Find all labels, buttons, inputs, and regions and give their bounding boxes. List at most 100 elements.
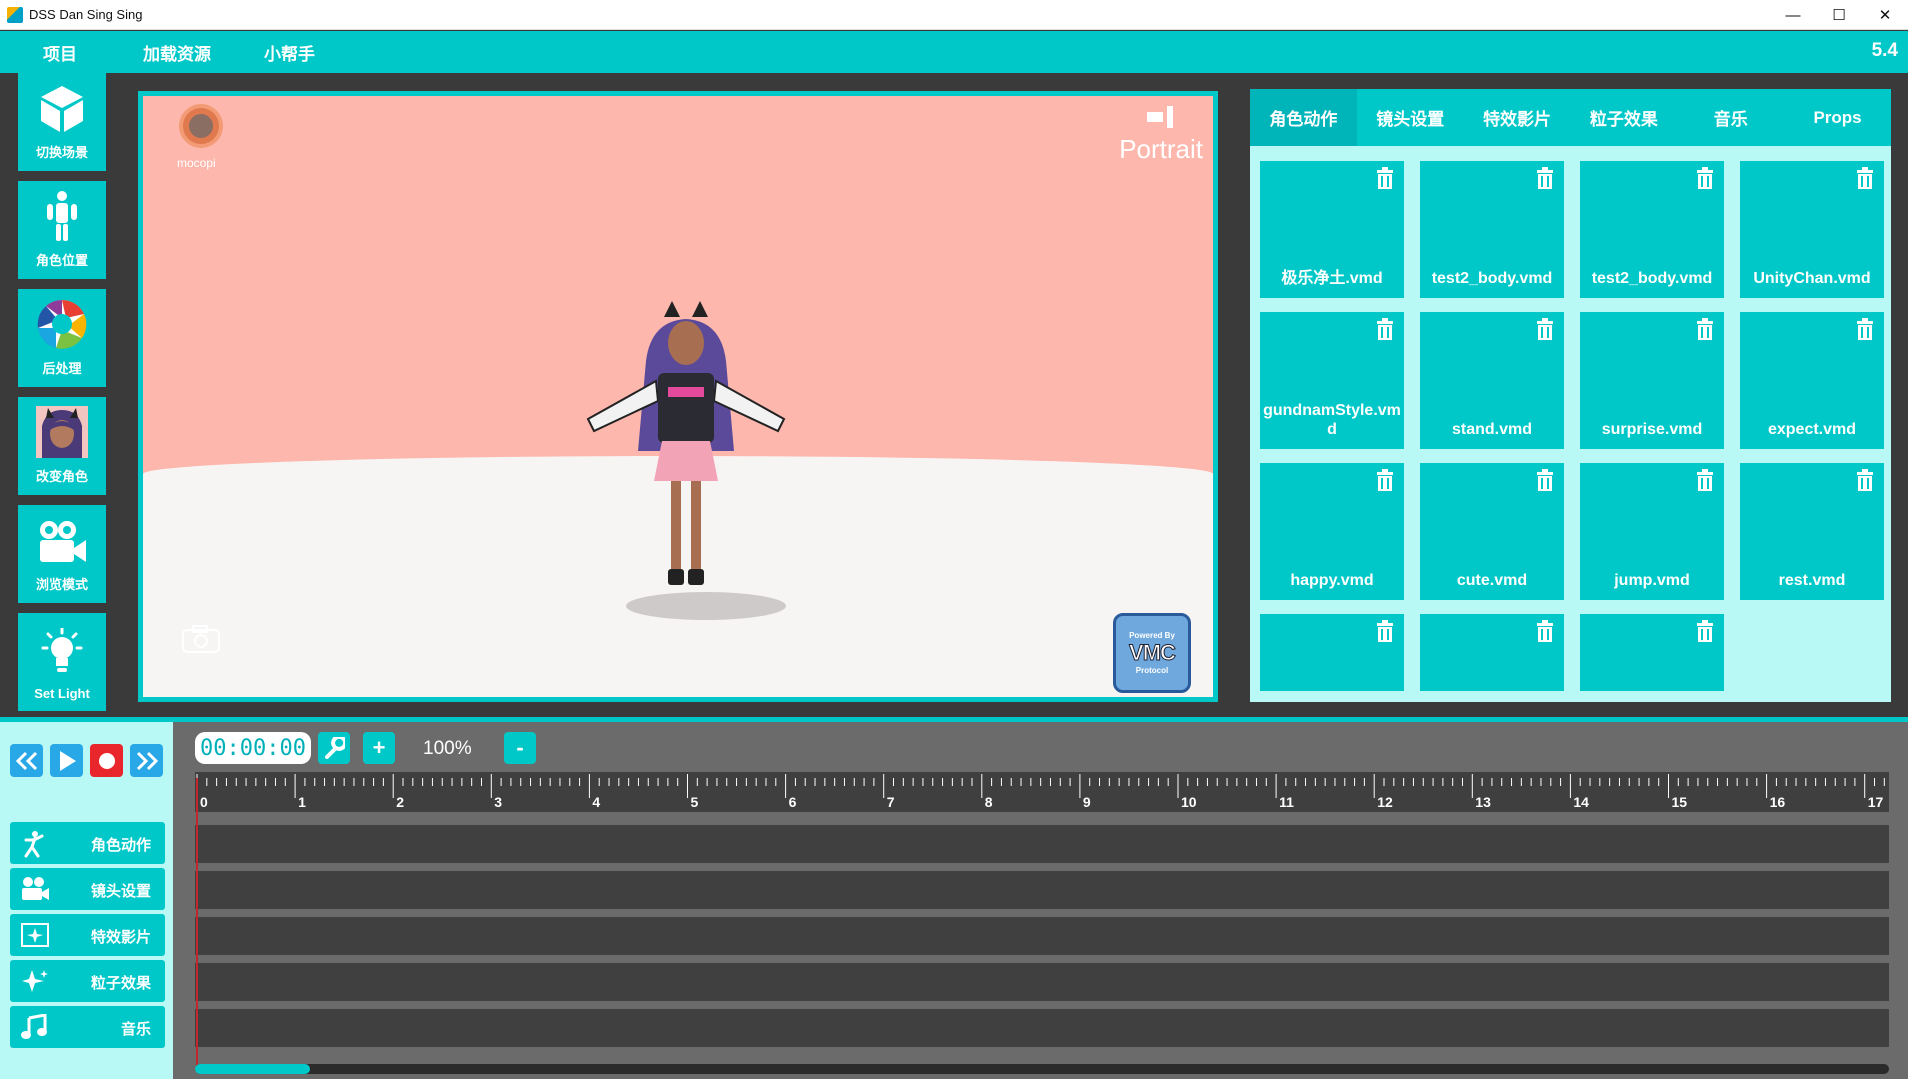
motion-card[interactable]: happy.vmd <box>1260 463 1404 600</box>
motion-card[interactable]: gundnamStyle.vmd <box>1260 312 1404 449</box>
ruler-tick-label: 13 <box>1475 794 1491 810</box>
delete-trash-icon[interactable] <box>1376 469 1394 491</box>
delete-trash-icon[interactable] <box>1376 620 1394 642</box>
motion-file-name: UnityChan.vmd <box>1753 270 1871 287</box>
motion-card[interactable] <box>1580 614 1724 691</box>
timeline: 00:00:00 + 100% - 0 1 2 3 4 5 6 7 8 9 10 11 12 13 14 15… <box>173 722 1908 1079</box>
motion-card[interactable]: expect.vmd <box>1740 312 1884 449</box>
browse-mode-button[interactable]: 浏览模式 <box>18 505 106 603</box>
delete-trash-icon[interactable] <box>1856 318 1874 340</box>
motion-card[interactable]: stand.vmd <box>1420 312 1564 449</box>
zoom-in-button[interactable]: + <box>363 732 395 764</box>
delete-trash-icon[interactable] <box>1696 167 1714 189</box>
effect-film-icon <box>21 923 49 947</box>
tab-effect-films[interactable]: 特效影片 <box>1464 89 1571 146</box>
motion-card[interactable]: rest.vmd <box>1740 463 1884 600</box>
portrait-toggle[interactable]: Portrait <box>1119 134 1203 165</box>
playhead[interactable] <box>196 778 198 1068</box>
motion-file-name: test2_body.vmd <box>1431 270 1553 287</box>
track-camera-settings[interactable]: 镜头设置 <box>10 868 165 910</box>
mocopi-icon <box>189 114 213 138</box>
avatar-icon <box>36 406 88 458</box>
timeline-track-effect-films[interactable] <box>195 917 1889 955</box>
motion-card[interactable]: 极乐净土.vmd <box>1260 161 1404 298</box>
timecode-display[interactable]: 00:00:00 <box>195 732 311 764</box>
record-button[interactable] <box>90 744 123 777</box>
post-processing-button[interactable]: 后处理 <box>18 289 106 387</box>
delete-trash-icon[interactable] <box>1376 318 1394 340</box>
zoom-out-button[interactable]: - <box>504 732 536 764</box>
motion-card[interactable] <box>1260 614 1404 691</box>
delete-trash-icon[interactable] <box>1376 167 1394 189</box>
delete-trash-icon[interactable] <box>1536 318 1554 340</box>
screenshot-camera-icon[interactable] <box>181 624 221 654</box>
menu-project[interactable]: 项目 <box>43 40 77 65</box>
portrait-orientation-icon[interactable] <box>1147 106 1173 128</box>
tab-camera-settings[interactable]: 镜头设置 <box>1357 89 1464 146</box>
play-icon <box>59 750 76 771</box>
play-button[interactable] <box>50 744 83 777</box>
track-character-motion[interactable]: 角色动作 <box>10 822 165 864</box>
timeline-controls: 角色动作 镜头设置 特效影片 粒子效果 音乐 <box>0 722 173 1079</box>
track-effect-films[interactable]: 特效影片 <box>10 914 165 956</box>
character-position-button[interactable]: 角色位置 <box>18 181 106 279</box>
menu-load-resources[interactable]: 加载资源 <box>143 40 211 65</box>
track-music[interactable]: 音乐 <box>10 1006 165 1048</box>
lightbulb-icon <box>41 628 83 672</box>
delete-trash-icon[interactable] <box>1696 620 1714 642</box>
music-note-icon <box>21 1014 47 1039</box>
delete-trash-icon[interactable] <box>1536 469 1554 491</box>
rewind-button[interactable] <box>10 744 43 777</box>
ruler-tick-label: 10 <box>1181 794 1197 810</box>
change-character-label: 改变角色 <box>35 469 88 484</box>
tab-character-motion[interactable]: 角色动作 <box>1250 89 1357 146</box>
window-controls: — ☐ ✕ <box>1770 0 1908 30</box>
delete-trash-icon[interactable] <box>1536 167 1554 189</box>
switch-scene-button[interactable]: 切换场景 <box>18 73 106 171</box>
timeline-track-character-motion[interactable] <box>195 825 1889 863</box>
asset-tabs: 角色动作 镜头设置 特效影片 粒子效果 音乐 Props <box>1250 89 1891 146</box>
delete-trash-icon[interactable] <box>1856 167 1874 189</box>
timeline-horizontal-scrollbar[interactable] <box>195 1064 1889 1074</box>
maximize-button[interactable]: ☐ <box>1816 0 1862 30</box>
post-processing-label: 后处理 <box>42 361 82 376</box>
minimize-button[interactable]: — <box>1770 0 1816 30</box>
ruler-tick-label: 9 <box>1082 794 1091 810</box>
delete-trash-icon[interactable] <box>1696 469 1714 491</box>
delete-trash-icon[interactable] <box>1696 318 1714 340</box>
track-particle-effects[interactable]: 粒子效果 <box>10 960 165 1002</box>
mocopi-label: mocopi <box>177 156 216 170</box>
menu-helper[interactable]: 小帮手 <box>264 40 315 65</box>
tab-props[interactable]: Props <box>1784 89 1891 146</box>
motion-file-name: stand.vmd <box>1451 421 1532 438</box>
motion-card[interactable]: UnityChan.vmd <box>1740 161 1884 298</box>
scrollbar-thumb[interactable] <box>195 1064 310 1074</box>
motion-card[interactable] <box>1420 614 1564 691</box>
close-button[interactable]: ✕ <box>1862 0 1908 30</box>
rewind-icon <box>15 751 37 770</box>
motion-card[interactable]: jump.vmd <box>1580 463 1724 600</box>
motion-file-name: expect.vmd <box>1767 421 1857 438</box>
tab-music[interactable]: 音乐 <box>1677 89 1784 146</box>
timeline-track-camera-settings[interactable] <box>195 871 1889 909</box>
set-light-button[interactable]: Set Light <box>18 613 106 711</box>
menu-bar: 项目 加载资源 小帮手 5.4 <box>0 31 1908 73</box>
motion-card[interactable]: test2_body.vmd <box>1420 161 1564 298</box>
tab-particle-effects[interactable]: 粒子效果 <box>1570 89 1677 146</box>
settings-wrench-button[interactable] <box>318 732 350 764</box>
timeline-track-music[interactable] <box>195 1009 1889 1047</box>
scene-viewport[interactable]: mocopi Portrait Powered By VMC Protocol <box>138 91 1218 702</box>
motion-card[interactable]: surprise.vmd <box>1580 312 1724 449</box>
timeline-ruler[interactable]: 0 1 2 3 4 5 6 7 8 9 10 11 12 13 14 15 16 17 <box>195 772 1889 812</box>
title-bar: DSS Dan Sing Sing — ☐ ✕ <box>0 0 1908 30</box>
change-character-button[interactable]: 改变角色 <box>18 397 106 495</box>
ruler-tick-label: 16 <box>1769 794 1786 810</box>
motion-card[interactable]: test2_body.vmd <box>1580 161 1724 298</box>
delete-trash-icon[interactable] <box>1536 620 1554 642</box>
motion-card[interactable]: cute.vmd <box>1420 463 1564 600</box>
fast-forward-button[interactable] <box>130 744 163 777</box>
motion-file-name: rest.vmd <box>1778 572 1846 589</box>
timeline-track-particle-effects[interactable] <box>195 963 1889 1001</box>
delete-trash-icon[interactable] <box>1856 469 1874 491</box>
asset-panel: 角色动作 镜头设置 特效影片 粒子效果 音乐 Props 极乐净土.vmd tes… <box>1250 89 1891 702</box>
